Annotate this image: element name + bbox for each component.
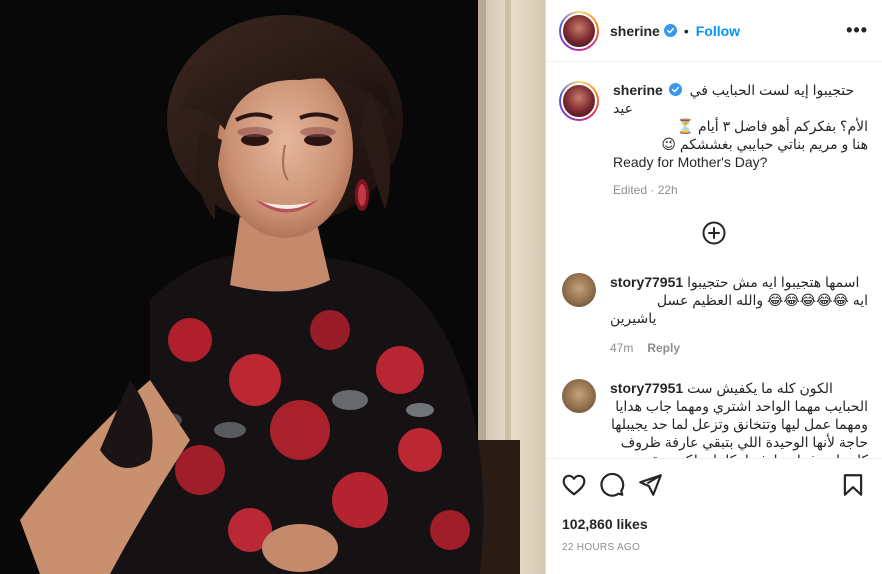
likes-count[interactable]: 102,860 likes	[562, 516, 648, 532]
post-image	[0, 0, 545, 574]
caption-meta: Edited · 22h	[613, 183, 678, 197]
commenter-avatar[interactable]	[562, 273, 596, 307]
author-username[interactable]: sherine	[610, 23, 660, 39]
caption-line-2: الأم؟ بفكركم أهو فاضل ٣ أيام ⏳	[676, 118, 868, 134]
comment-item: story77951 اسمها هتجيبوا ايه مش حتجيبوا …	[546, 273, 882, 355]
caption-first-line: sherine حتجيبوا إيه لست الحبايب في عيد	[613, 81, 868, 117]
post-header: sherine • Follow •••	[546, 0, 882, 62]
comment-line-1: الكون كله ما يكفيش ست	[687, 380, 833, 396]
caption-avatar[interactable]	[559, 81, 599, 121]
caption-body: sherine حتجيبوا إيه لست الحبايب في عيد ا…	[613, 81, 868, 197]
verified-badge-icon	[668, 83, 682, 96]
author-info: sherine • Follow	[610, 23, 740, 39]
comment-first-line: story77951 اسمها هتجيبوا ايه مش حتجيبوا	[610, 273, 868, 291]
more-options-icon[interactable]: •••	[846, 20, 868, 41]
separator-dot: •	[683, 22, 689, 39]
comment-line-4: حاجة لأنها الوحيدة اللي بتبقي عارفة ظروف	[620, 434, 868, 450]
author-avatar[interactable]	[559, 10, 599, 51]
plus-circle-icon[interactable]	[702, 221, 726, 245]
commenter-username[interactable]: story77951	[610, 380, 683, 396]
post-caption: sherine حتجيبوا إيه لست الحبايب في عيد ا…	[546, 63, 882, 197]
comment-body: story77951 اسمها هتجيبوا ايه مش حتجيبوا …	[610, 273, 868, 355]
comment-line-1: اسمها هتجيبوا ايه مش حتجيبوا	[687, 274, 860, 290]
comment-line-3: ياشيرين	[610, 310, 657, 326]
bookmark-icon[interactable]	[840, 472, 866, 498]
comment-line-2: ايه 😂😂😂😂😂 والله العظيم عسل	[656, 292, 868, 308]
heart-icon[interactable]	[561, 472, 587, 498]
commenter-avatar[interactable]	[562, 379, 596, 413]
load-more-comments[interactable]	[546, 221, 882, 245]
comment-first-line: story77951 الكون كله ما يكفيش ست	[610, 379, 868, 397]
commenter-username[interactable]: story77951	[610, 274, 683, 290]
caption-line-3: هنا و مريم بناتي حبايبي بغششكم 😉	[661, 136, 868, 152]
post-actions	[561, 470, 866, 500]
post-timestamp: 22 HOURS AGO	[562, 542, 641, 553]
comment-meta: 47m Reply	[610, 341, 868, 355]
comments-list[interactable]: sherine حتجيبوا إيه لست الحبايب في عيد ا…	[546, 63, 882, 459]
comment-age: 47m	[610, 341, 634, 355]
post-photo[interactable]	[0, 0, 545, 574]
verified-badge-icon	[663, 24, 677, 37]
comment-item: story77951 الكون كله ما يكفيش ست الحبايب…	[546, 379, 882, 458]
comment-line-3: ومهما عمل ليها وتتخانق وتزعل لما حد يجيب…	[610, 416, 868, 432]
post-side-panel: sherine • Follow ••• sherine حتجيبوا إيه…	[545, 0, 882, 574]
paper-plane-icon[interactable]	[637, 472, 663, 498]
follow-button[interactable]: Follow	[696, 23, 740, 39]
comment-bubble-icon[interactable]	[599, 472, 625, 498]
comment-body: story77951 الكون كله ما يكفيش ست الحبايب…	[610, 379, 868, 458]
caption-line-4: Ready for Mother's Day?	[613, 154, 768, 170]
caption-username[interactable]: sherine	[613, 82, 663, 98]
reply-button[interactable]: Reply	[647, 341, 680, 355]
comment-line-2: الحبايب مهما الواحد اشتري ومهما جاب هداي…	[615, 398, 868, 414]
comment-line-5: كل واحد فينا وعارفة امكانياته لكن بتبقي	[610, 451, 868, 458]
